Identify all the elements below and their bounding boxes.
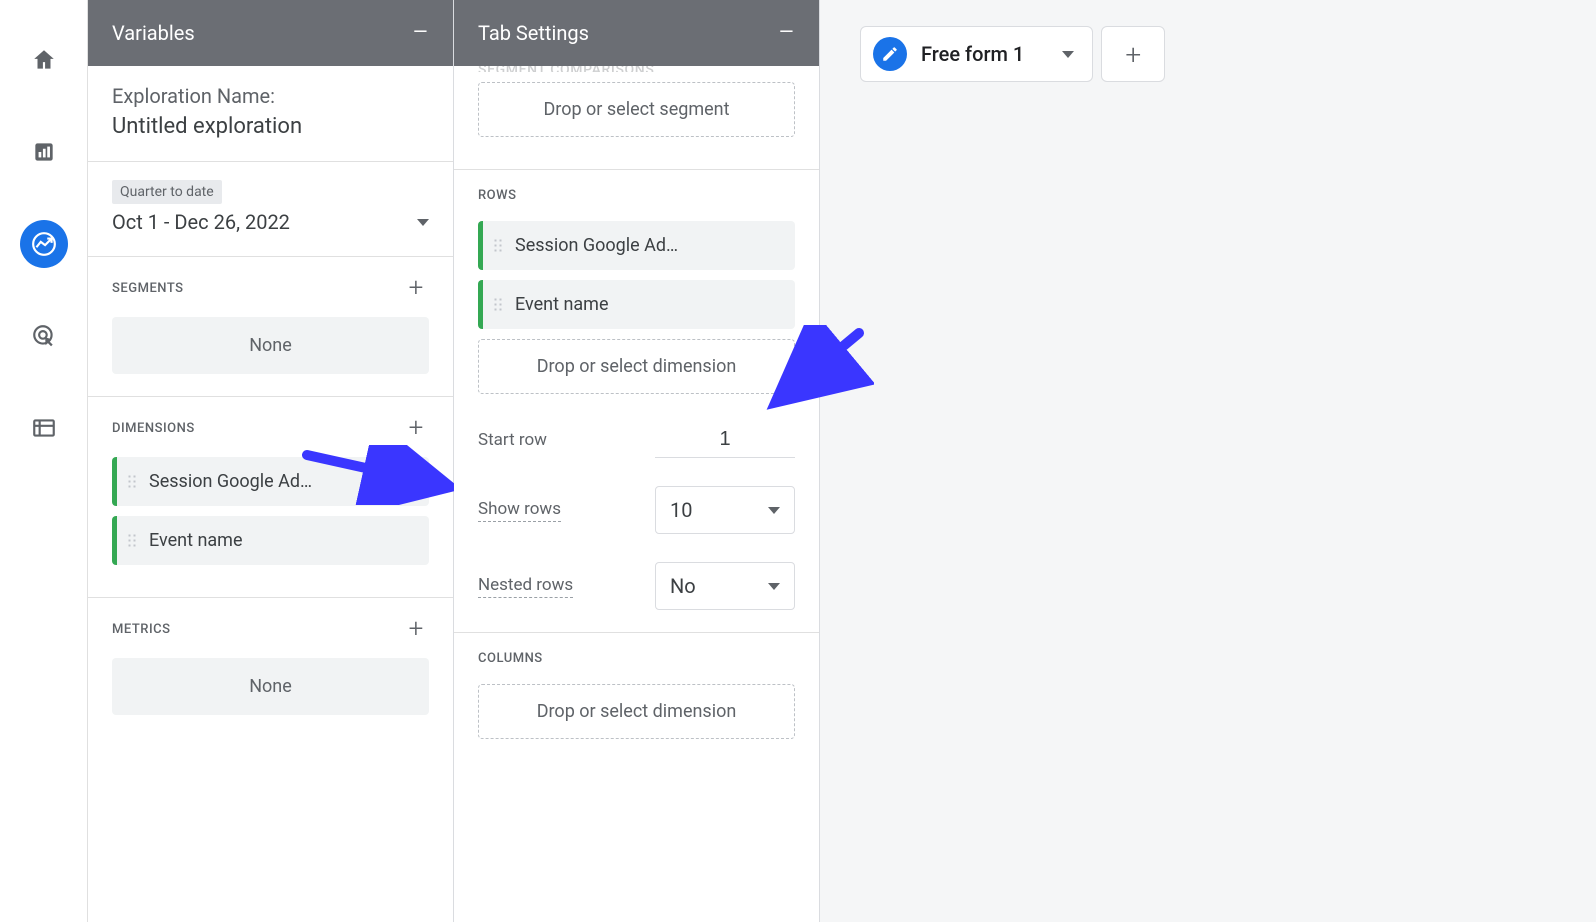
chevron-down-icon bbox=[1062, 51, 1074, 58]
dimensions-title: DIMENSIONS bbox=[112, 421, 195, 436]
pencil-icon bbox=[881, 45, 899, 63]
start-row-input[interactable] bbox=[655, 422, 795, 458]
chevron-down-icon bbox=[417, 219, 429, 226]
rows-drop-zone[interactable]: Drop or select dimension bbox=[478, 339, 795, 394]
nested-rows-value: No bbox=[670, 574, 696, 598]
row-dimension-label: Event name bbox=[515, 294, 609, 315]
reports-icon bbox=[31, 139, 57, 165]
add-tab-button[interactable]: + bbox=[1101, 26, 1165, 82]
dimension-chip[interactable]: Session Google Ad… bbox=[112, 457, 429, 506]
nav-explore[interactable] bbox=[20, 220, 68, 268]
variables-header: Variables − bbox=[88, 0, 453, 66]
nav-rail bbox=[0, 0, 88, 922]
segment-comparisons-title: SEGMENT COMPARISONS bbox=[454, 66, 819, 72]
tab-settings-panel: Tab Settings − SEGMENT COMPARISONS Drop … bbox=[454, 0, 820, 922]
columns-drop-zone[interactable]: Drop or select dimension bbox=[478, 684, 795, 739]
exploration-name-label: Exploration Name: bbox=[112, 84, 429, 108]
dimension-chip[interactable]: Event name bbox=[112, 516, 429, 565]
add-dimension-button[interactable]: + bbox=[403, 415, 429, 441]
row-dimension-chip[interactable]: Event name bbox=[478, 280, 795, 329]
tab-label: Free form 1 bbox=[921, 42, 1024, 66]
settings-title: Tab Settings bbox=[478, 21, 589, 45]
nav-reports[interactable] bbox=[20, 128, 68, 176]
drag-icon bbox=[493, 238, 503, 254]
variables-panel: Variables − Exploration Name: Untitled e… bbox=[88, 0, 454, 922]
nav-advertising[interactable] bbox=[20, 312, 68, 360]
exploration-tab[interactable]: Free form 1 bbox=[860, 26, 1093, 82]
date-range-picker[interactable]: Oct 1 - Dec 26, 2022 bbox=[112, 210, 429, 234]
exploration-name[interactable]: Untitled exploration bbox=[112, 114, 429, 139]
add-segment-button[interactable]: + bbox=[403, 275, 429, 301]
dimension-label: Session Google Ad… bbox=[149, 471, 312, 492]
segments-title: SEGMENTS bbox=[112, 281, 184, 296]
settings-header: Tab Settings − bbox=[454, 0, 819, 66]
home-icon bbox=[31, 47, 57, 73]
nav-configure[interactable] bbox=[20, 404, 68, 452]
list-icon bbox=[31, 415, 57, 441]
drag-icon bbox=[127, 474, 137, 490]
date-range-value: Oct 1 - Dec 26, 2022 bbox=[112, 210, 290, 234]
segment-drop-zone[interactable]: Drop or select segment bbox=[478, 82, 795, 137]
nested-rows-label: Nested rows bbox=[478, 575, 573, 598]
drag-icon bbox=[127, 533, 137, 549]
show-rows-label: Show rows bbox=[478, 499, 561, 522]
start-row-label: Start row bbox=[478, 430, 547, 450]
row-dimension-label: Session Google Ad… bbox=[515, 235, 678, 256]
row-dimension-chip[interactable]: Session Google Ad… bbox=[478, 221, 795, 270]
target-click-icon bbox=[31, 323, 57, 349]
metrics-none: None bbox=[112, 658, 429, 715]
nested-rows-select[interactable]: No bbox=[655, 562, 795, 610]
nav-home[interactable] bbox=[20, 36, 68, 84]
add-metric-button[interactable]: + bbox=[403, 616, 429, 642]
dimension-label: Event name bbox=[149, 530, 243, 551]
columns-title: COLUMNS bbox=[478, 651, 543, 666]
metrics-title: METRICS bbox=[112, 622, 170, 637]
chevron-down-icon bbox=[768, 583, 780, 590]
canvas-area: Free form 1 + bbox=[820, 0, 1596, 922]
chevron-down-icon bbox=[768, 507, 780, 514]
segments-none: None bbox=[112, 317, 429, 374]
show-rows-select[interactable]: 10 bbox=[655, 486, 795, 534]
drag-icon bbox=[493, 297, 503, 313]
tab-bar: Free form 1 + bbox=[860, 26, 1596, 82]
edit-tab-button[interactable] bbox=[873, 37, 907, 71]
date-preset: Quarter to date bbox=[112, 180, 222, 204]
show-rows-value: 10 bbox=[670, 498, 692, 522]
rows-title: ROWS bbox=[478, 188, 516, 203]
explore-icon bbox=[31, 231, 57, 257]
variables-title: Variables bbox=[112, 21, 195, 45]
